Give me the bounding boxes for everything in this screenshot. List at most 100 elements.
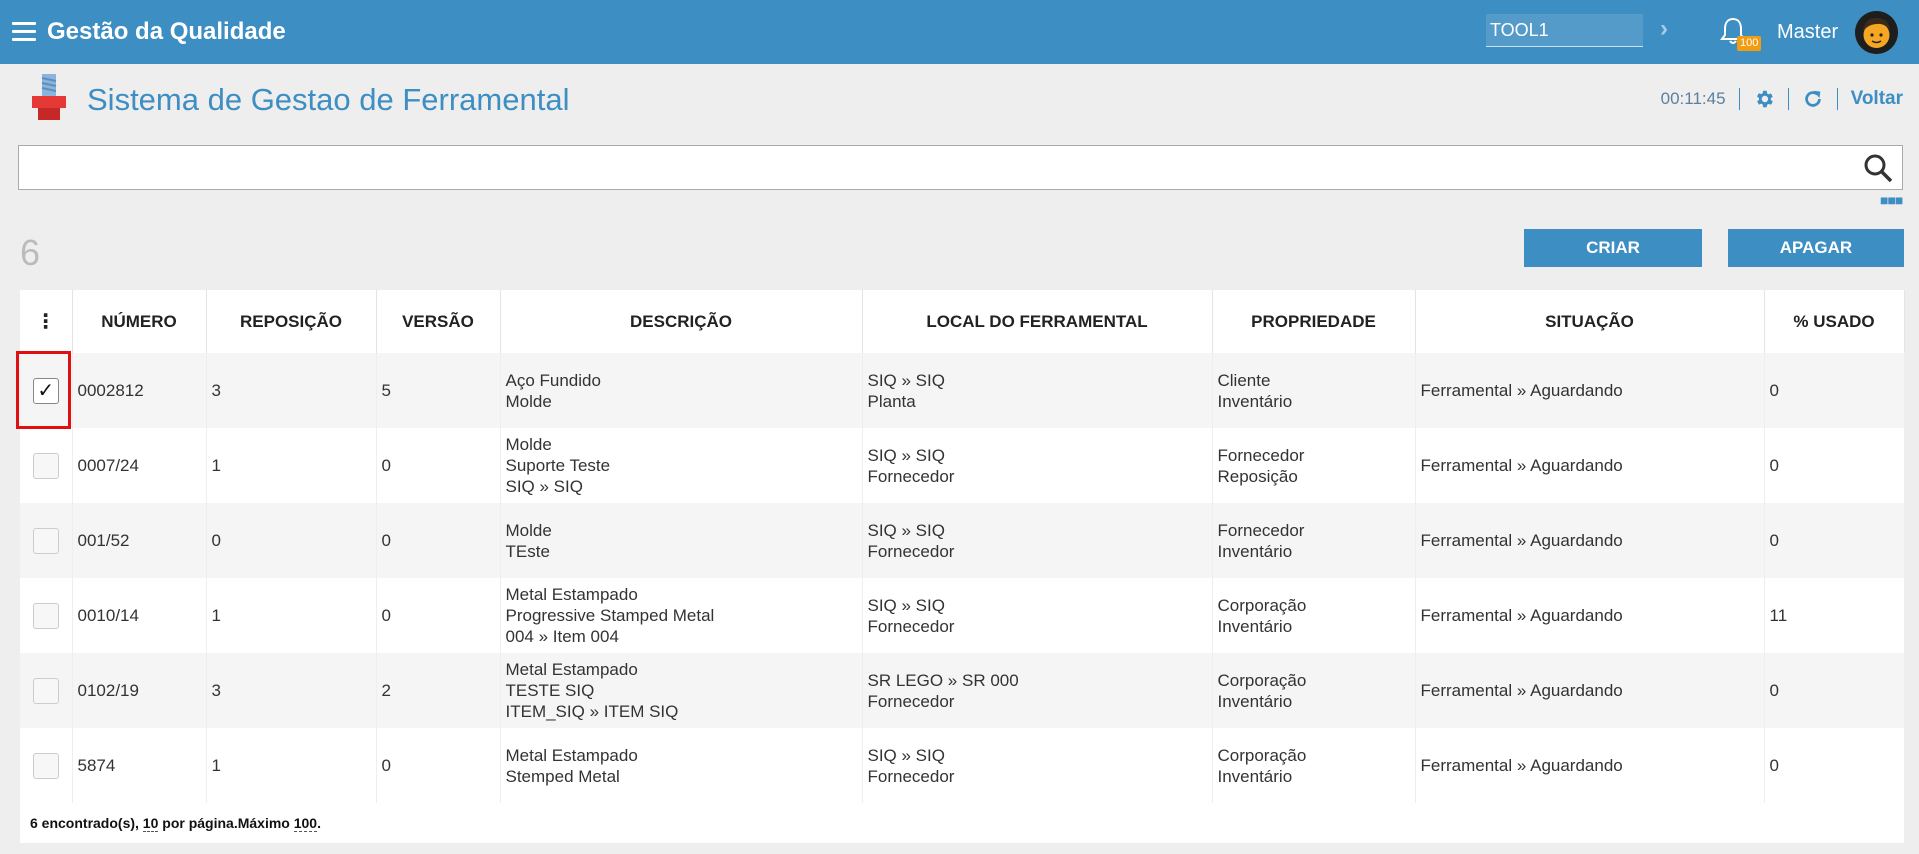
cell-descricao-line: Metal Estampado (505, 745, 638, 765)
column-header[interactable]: SITUAÇÃO (1415, 290, 1765, 353)
cell-descricao-line: Molde (505, 391, 552, 411)
row-checkbox[interactable] (32, 452, 59, 479)
cell-usado: 0 (1764, 503, 1905, 578)
row-select-cell (20, 503, 73, 578)
cell-usado: 0 (1764, 353, 1905, 428)
cell-versao: 0 (376, 503, 501, 578)
cell-local: SIQ » SIQ Fornecedor (862, 503, 1213, 578)
row-checkbox[interactable] (32, 752, 59, 779)
row-select-cell (20, 728, 73, 803)
cell-usado: 0 (1764, 728, 1905, 803)
cell-local-line: SIQ » SIQ (867, 445, 945, 465)
cell-propriedade: Cliente Inventário (1212, 353, 1416, 428)
kebab-icon[interactable]: ⋮ (36, 311, 56, 333)
per-page-value[interactable]: 10 (142, 815, 159, 832)
cell-descricao-line: Molde (505, 520, 552, 540)
cell-descricao-line: Aço Fundido (505, 370, 601, 390)
cell-propriedade: Fornecedor Reposição (1212, 428, 1416, 503)
cell-descricao: Molde Suporte Teste SIQ » SIQ (500, 428, 863, 503)
divider (1738, 88, 1740, 110)
row-checkbox[interactable] (32, 677, 59, 704)
menu-icon[interactable] (12, 22, 36, 42)
cell-situacao: Ferramental » Aguardando (1415, 353, 1765, 428)
table-row[interactable]: 001/52 0 0 Molde TEste SIQ » SIQ Fornecedor For… (20, 503, 1905, 578)
cell-local-line: Fornecedor (867, 466, 955, 486)
delete-button[interactable]: APAGAR (1728, 229, 1904, 267)
search-input[interactable] (25, 152, 1855, 184)
column-header[interactable]: LOCAL DO FERRAMENTAL (862, 290, 1213, 353)
cell-descricao-line: ITEM_SIQ » ITEM SIQ (505, 702, 679, 721)
row-select-cell (20, 428, 73, 503)
column-menu[interactable]: ⋮ (20, 290, 73, 353)
avatar[interactable] (1855, 11, 1898, 54)
cell-descricao-line: Molde (505, 435, 552, 454)
cell-descricao: Metal Estampado Progressive Stamped Metal… (500, 578, 863, 653)
cell-reposicao: 1 (206, 728, 377, 803)
cell-numero: 5874 (72, 728, 207, 803)
cell-propriedade: Corporação Inventário (1212, 728, 1416, 803)
cell-local-line: Fornecedor (867, 616, 955, 636)
plant-input[interactable] (1486, 14, 1643, 47)
cell-versao: 0 (376, 428, 501, 503)
gear-icon[interactable] (1753, 88, 1775, 110)
cell-descricao: Metal Estampado Stemped Metal (500, 728, 863, 803)
cell-descricao-line: 004 » Item 004 (505, 627, 619, 646)
cell-situacao: Ferramental » Aguardando (1415, 578, 1765, 653)
cell-descricao-line: SIQ » SIQ (505, 477, 583, 496)
cell-local: SR LEGO » SR 000 Fornecedor (862, 653, 1213, 728)
cell-descricao-line: TEste (505, 541, 550, 561)
search-icon[interactable] (1862, 152, 1894, 184)
cell-usado: 11 (1764, 578, 1905, 653)
tools-table: ⋮ NÚMERO REPOSIÇÃO VERSÃO DESCRIÇÃO LOCA… (20, 290, 1905, 843)
table-row[interactable]: 0102/19 3 2 Metal Estampado TESTE SIQ ITEM_SI… (20, 653, 1905, 728)
session-time: 00:11:45 (1660, 89, 1726, 108)
user-name[interactable]: Master (1777, 21, 1838, 44)
notification-badge: 100 (1737, 36, 1762, 51)
row-checkbox[interactable] (32, 527, 59, 554)
column-header[interactable]: VERSÃO (376, 290, 501, 353)
column-header[interactable]: DESCRIÇÃO (500, 290, 863, 353)
cell-propriedade-line: Inventário (1217, 616, 1293, 636)
more-icon[interactable]: ■■■ (1880, 193, 1903, 207)
found-text: 6 encontrado(s), (30, 815, 143, 831)
top-bar: Gestão da Qualidade › 100 Master (0, 0, 1919, 64)
page-title: Sistema de Gestao de Ferramental (87, 82, 570, 117)
column-header[interactable]: REPOSIÇÃO (206, 290, 377, 353)
end-text: . (317, 815, 321, 831)
cell-usado: 0 (1764, 653, 1905, 728)
cell-reposicao: 1 (206, 428, 377, 503)
cell-local-line: Fornecedor (867, 691, 955, 711)
cell-usado: 0 (1764, 428, 1905, 503)
row-checkbox[interactable] (32, 602, 59, 629)
column-header[interactable]: NÚMERO (72, 290, 207, 353)
table-header: ⋮ NÚMERO REPOSIÇÃO VERSÃO DESCRIÇÃO LOCA… (20, 290, 1905, 353)
cell-reposicao: 1 (206, 578, 377, 653)
table-row[interactable]: 0007/24 1 0 Molde Suporte Teste SIQ » SIQ SIQ … (20, 428, 1905, 503)
table-row[interactable]: 5874 1 0 Metal Estampado Stemped Metal SIQ » … (20, 728, 1905, 803)
column-header[interactable]: PROPRIEDADE (1212, 290, 1416, 353)
cell-propriedade-line: Reposição (1217, 466, 1298, 486)
create-button[interactable]: CRIAR (1524, 229, 1702, 267)
cell-propriedade-line: Inventário (1217, 766, 1293, 786)
header-actions: 00:11:45 Voltar (1661, 88, 1903, 110)
cell-local-line: Fornecedor (867, 541, 955, 561)
back-link[interactable]: Voltar (1851, 88, 1903, 110)
table-row[interactable]: ✓ 0002812 3 5 Aço Fundido Molde SIQ » SIQ Plant… (20, 353, 1905, 428)
chevron-right-icon[interactable]: › (1660, 15, 1668, 43)
row-select-cell: ✓ (20, 353, 73, 428)
cell-local-line: Planta (867, 391, 916, 411)
cell-local-line: SIQ » SIQ (867, 745, 945, 765)
cell-situacao: Ferramental » Aguardando (1415, 728, 1765, 803)
cell-descricao: Molde TEste (500, 503, 863, 578)
check-icon: ✓ (37, 379, 55, 402)
divider (1836, 88, 1838, 110)
search-bar (18, 145, 1903, 190)
row-checkbox[interactable]: ✓ (32, 377, 59, 404)
max-value[interactable]: 100 (293, 815, 318, 832)
table-row[interactable]: 0010/14 1 0 Metal Estampado Progressive Stam… (20, 578, 1905, 653)
cell-propriedade: Fornecedor Inventário (1212, 503, 1416, 578)
row-select-cell (20, 578, 73, 653)
column-header[interactable]: % USADO (1764, 290, 1905, 353)
cell-propriedade-line: Inventário (1217, 691, 1293, 711)
refresh-icon[interactable] (1802, 88, 1824, 110)
